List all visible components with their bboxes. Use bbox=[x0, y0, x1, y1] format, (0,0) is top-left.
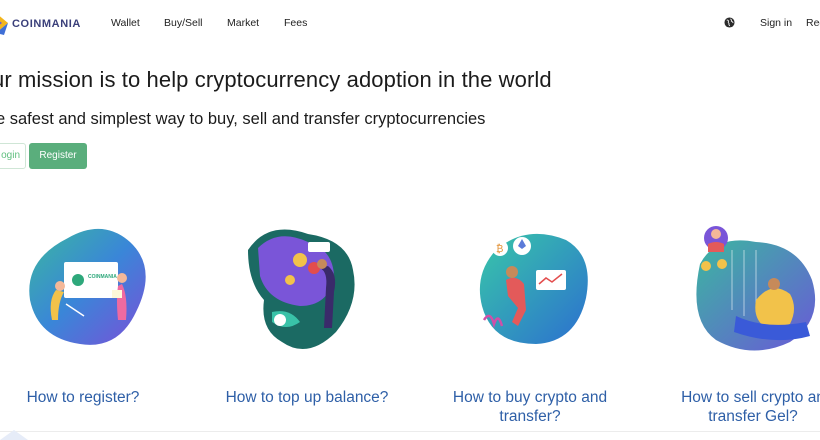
login-button[interactable]: ogin bbox=[0, 143, 26, 169]
sign-in-link[interactable]: Sign in bbox=[760, 17, 792, 29]
coinmania-logo-icon bbox=[0, 16, 8, 35]
svg-text:₿: ₿ bbox=[496, 243, 503, 255]
sell-crypto-illustration[interactable] bbox=[686, 220, 820, 360]
nav-fees-link[interactable]: Fees bbox=[284, 17, 307, 29]
register-link[interactable]: Register bbox=[806, 17, 820, 29]
register-button[interactable]: Register bbox=[29, 143, 87, 169]
hero-title: ur mission is to help cryptocurrency ado… bbox=[0, 67, 552, 92]
nav-wallet-link[interactable]: Wallet bbox=[111, 17, 140, 29]
card-register-title[interactable]: How to register? bbox=[0, 388, 166, 407]
card-top-up-title[interactable]: How to top up balance? bbox=[212, 388, 402, 407]
hero-subtitle: e safest and simplest way to buy, sell a… bbox=[0, 110, 486, 128]
register-illustration[interactable]: COINMANIA bbox=[18, 220, 168, 360]
logo-text: COINMANIA bbox=[12, 18, 81, 30]
top-up-illustration[interactable] bbox=[238, 220, 388, 360]
nav-market-link[interactable]: Market bbox=[227, 17, 259, 29]
card-sell-crypto-title[interactable]: How to sell crypto an transfer Gel? bbox=[668, 388, 820, 426]
buy-crypto-illustration[interactable]: ₿ bbox=[466, 220, 616, 360]
nav-buy-sell-link[interactable]: Buy/Sell bbox=[164, 17, 203, 29]
coinmania-logo[interactable]: COINMANIA bbox=[0, 9, 81, 39]
footer-divider bbox=[0, 431, 820, 432]
top-navbar: COINMANIA Wallet Buy/Sell Market Fees Si… bbox=[0, 0, 820, 48]
illustration-badge: COINMANIA bbox=[88, 274, 117, 280]
globe-icon[interactable] bbox=[724, 17, 735, 28]
footer-decoration bbox=[0, 430, 28, 440]
card-buy-crypto-title[interactable]: How to buy crypto and transfer? bbox=[440, 388, 620, 426]
